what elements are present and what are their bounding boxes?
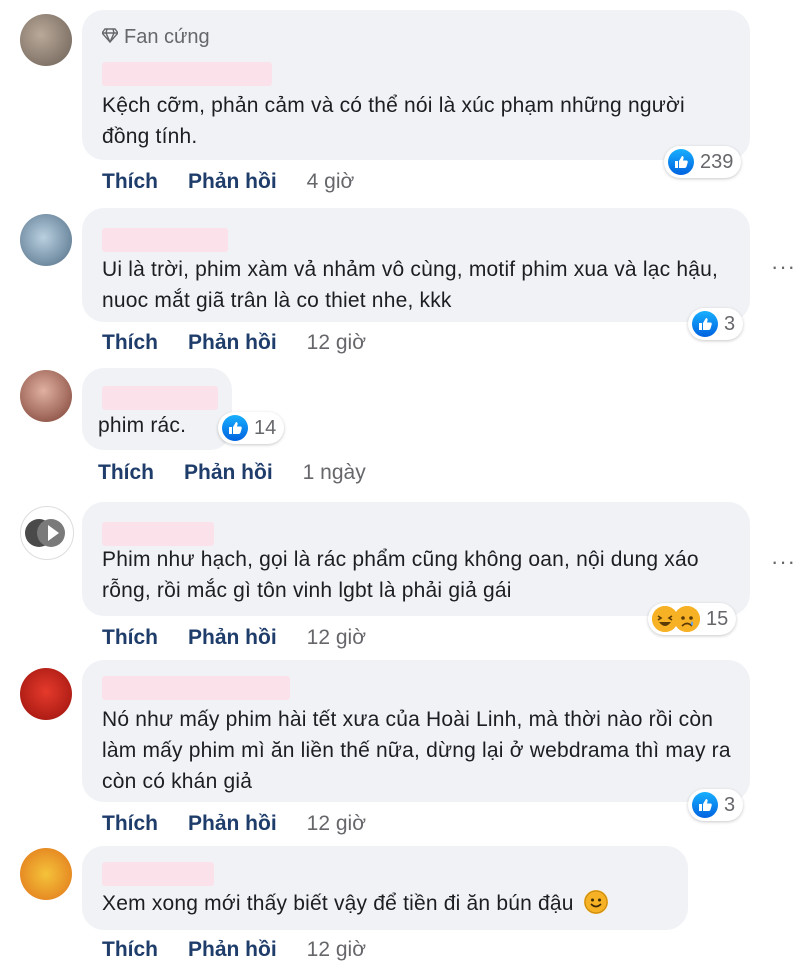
avatar[interactable]: [20, 848, 72, 900]
timestamp[interactable]: 12 giờ: [307, 812, 366, 836]
reaction-summary[interactable]: 14: [218, 412, 285, 444]
avatar[interactable]: [20, 214, 72, 266]
reaction-count: 15: [706, 607, 729, 630]
like-icon: [692, 792, 718, 818]
like-link[interactable]: Thích: [102, 812, 158, 836]
reaction-summary[interactable]: 15: [648, 603, 737, 635]
comment-text: phim rác.: [98, 414, 187, 437]
comment-text: Phim như hạch, gọi là rác phẩm cũng khôn…: [102, 548, 699, 602]
comment-bubble: Ui là trời, phim xàm vả nhảm vô cùng, mo…: [82, 208, 750, 322]
like-link[interactable]: Thích: [102, 170, 158, 194]
author-name[interactable]: [102, 862, 214, 886]
comment-bubble: Fan cứng Kệch cỡm, phản cảm và có thể nó…: [82, 10, 750, 160]
reply-link[interactable]: Phản hồi: [188, 331, 277, 355]
timestamp[interactable]: 12 giờ: [307, 626, 366, 650]
reaction-count: 239: [700, 150, 734, 173]
like-link[interactable]: Thích: [102, 331, 158, 355]
reply-link[interactable]: Phản hồi: [188, 812, 277, 836]
reply-link[interactable]: Phản hồi: [188, 170, 277, 194]
smile-emoji-icon: [583, 890, 608, 914]
reaction-count: 3: [724, 793, 736, 816]
reply-link[interactable]: Phản hồi: [188, 938, 277, 962]
like-link[interactable]: Thích: [102, 626, 158, 650]
reaction-count: 3: [724, 312, 736, 335]
reply-link[interactable]: Phản hồi: [188, 626, 277, 650]
comment-bubble: Xem xong mới thấy biết vậy để tiền đi ăn…: [82, 846, 688, 930]
author-name[interactable]: [102, 522, 214, 546]
comment-text: Xem xong mới thấy biết vậy để tiền đi ăn…: [102, 888, 674, 919]
comment-actions: Thích Phản hồi 1 ngày: [98, 461, 366, 485]
like-icon: [668, 149, 694, 175]
like-icon: [222, 415, 248, 441]
comment-bubble: Nó như mấy phim hài tết xưa của Hoài Lin…: [82, 660, 750, 802]
comment-actions: Thích Phản hồi 4 giờ: [102, 170, 354, 194]
timestamp[interactable]: 12 giờ: [307, 938, 366, 962]
badge-label: Fan cứng: [124, 26, 210, 48]
timestamp[interactable]: 1 ngày: [303, 461, 366, 485]
author-name[interactable]: [102, 228, 228, 252]
reaction-summary[interactable]: 3: [688, 789, 744, 821]
reaction-count: 14: [254, 416, 277, 439]
avatar[interactable]: [20, 14, 72, 66]
reply-link[interactable]: Phản hồi: [184, 461, 273, 485]
more-options-icon[interactable]: ···: [771, 549, 796, 575]
avatar[interactable]: [20, 668, 72, 720]
like-icon: [692, 311, 718, 337]
author-name[interactable]: [102, 676, 290, 700]
comment-bubble: Phim như hạch, gọi là rác phẩm cũng khôn…: [82, 502, 750, 616]
timestamp[interactable]: 12 giờ: [307, 331, 366, 355]
comment-text-content: Xem xong mới thấy biết vậy để tiền đi ăn…: [102, 892, 574, 915]
author-name[interactable]: [102, 62, 272, 86]
fan-badge[interactable]: Fan cứng: [101, 26, 210, 49]
reaction-summary[interactable]: 3: [688, 308, 744, 340]
comment-actions: Thích Phản hồi 12 giờ: [102, 626, 366, 650]
comment-text: Nó như mấy phim hài tết xưa của Hoài Lin…: [102, 708, 731, 793]
comment-text: Kệch cỡm, phản cảm và có thể nói là xúc …: [102, 94, 685, 148]
sad-icon: [674, 606, 700, 632]
author-name[interactable]: [102, 386, 218, 410]
more-options-icon[interactable]: ···: [771, 254, 796, 280]
avatar[interactable]: [20, 370, 72, 422]
timestamp[interactable]: 4 giờ: [307, 170, 355, 194]
reaction-summary[interactable]: 239: [664, 146, 742, 178]
like-link[interactable]: Thích: [102, 938, 158, 962]
comment-bubble: phim rác.: [82, 368, 232, 450]
like-link[interactable]: Thích: [98, 461, 154, 485]
comment-text: Ui là trời, phim xàm vả nhảm vô cùng, mo…: [102, 258, 718, 312]
diamond-icon: [101, 27, 119, 48]
comment-actions: Thích Phản hồi 12 giờ: [102, 331, 366, 355]
comment-actions: Thích Phản hồi 12 giờ: [102, 938, 366, 962]
comment-actions: Thích Phản hồi 12 giờ: [102, 812, 366, 836]
avatar[interactable]: [20, 506, 74, 560]
